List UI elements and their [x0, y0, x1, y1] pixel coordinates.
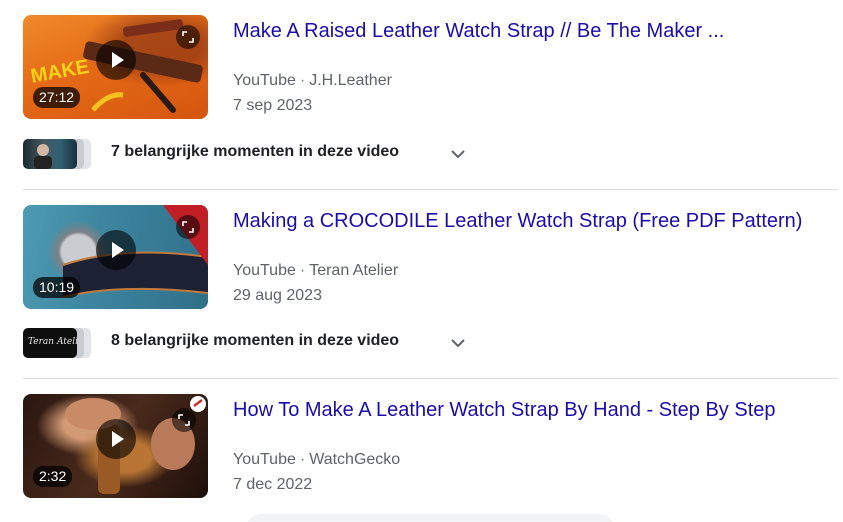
video-result: MAKE 27:12 Make A Raised Leather Watch S…: [23, 15, 838, 119]
video-results: MAKE 27:12 Make A Raised Leather Watch S…: [0, 0, 843, 522]
thumbnail-text: MAKE: [29, 56, 91, 88]
key-moments-toggle[interactable]: 7 belangrijke momenten in deze video: [23, 138, 483, 170]
video-platform: YouTube: [233, 72, 296, 89]
video-channel: WatchGecko: [309, 451, 401, 468]
moment-thumbnails: Teran Atelier: [23, 328, 93, 358]
moment-thumbnail: Teran Atelier: [23, 328, 77, 358]
moment-thumbnail-text: Teran Atelier: [28, 337, 77, 347]
play-icon[interactable]: [96, 40, 136, 80]
chevron-down-icon[interactable]: [450, 146, 466, 162]
expand-icon[interactable]: [176, 25, 200, 49]
video-platform: YouTube: [233, 451, 296, 468]
video-thumbnail[interactable]: 10:19: [23, 205, 208, 309]
video-channel: J.H.Leather: [309, 72, 392, 89]
result-divider: [23, 189, 838, 190]
video-result: 10:19 Making a CROCODILE Leather Watch S…: [23, 205, 838, 309]
video-date: 29 aug 2023: [233, 287, 322, 304]
expand-icon[interactable]: [176, 215, 200, 239]
video-duration: 27:12: [33, 87, 81, 108]
separator: ·: [299, 72, 306, 89]
video-title-link[interactable]: Make A Raised Leather Watch Strap // Be …: [233, 18, 724, 44]
more-results-button[interactable]: [246, 514, 614, 522]
video-platform: YouTube: [233, 262, 296, 279]
video-date: 7 sep 2023: [233, 97, 313, 114]
play-icon[interactable]: [96, 230, 136, 270]
key-moments-label: 8 belangrijke momenten in deze video: [111, 332, 400, 349]
separator: ·: [299, 262, 306, 279]
video-thumbnail[interactable]: 2:32: [23, 394, 208, 498]
key-moments-toggle[interactable]: Teran Atelier 8 belangrijke momenten in …: [23, 327, 483, 359]
video-thumbnail[interactable]: MAKE 27:12: [23, 15, 208, 119]
chevron-down-icon[interactable]: [450, 335, 466, 351]
video-source: YouTube · Teran Atelier: [233, 262, 398, 280]
video-channel: Teran Atelier: [309, 262, 399, 279]
video-duration: 10:19: [33, 277, 81, 298]
expand-icon[interactable]: [172, 408, 196, 432]
separator: ·: [299, 451, 306, 468]
video-title-link[interactable]: How To Make A Leather Watch Strap By Han…: [233, 397, 776, 423]
video-result: 2:32 How To Make A Leather Watch Strap B…: [23, 394, 838, 498]
video-duration: 2:32: [33, 466, 73, 487]
video-source: YouTube · J.H.Leather: [233, 72, 392, 90]
key-moments-label: 7 belangrijke momenten in deze video: [111, 143, 400, 160]
video-date: 7 dec 2022: [233, 476, 313, 493]
moment-thumbnails: [23, 139, 93, 169]
play-icon[interactable]: [96, 419, 136, 459]
moment-thumbnail-art: [34, 144, 52, 169]
video-source: YouTube · WatchGecko: [233, 451, 400, 469]
moment-thumbnail: [23, 139, 77, 169]
video-title-link[interactable]: Making a CROCODILE Leather Watch Strap (…: [233, 208, 802, 234]
result-divider: [23, 378, 838, 379]
